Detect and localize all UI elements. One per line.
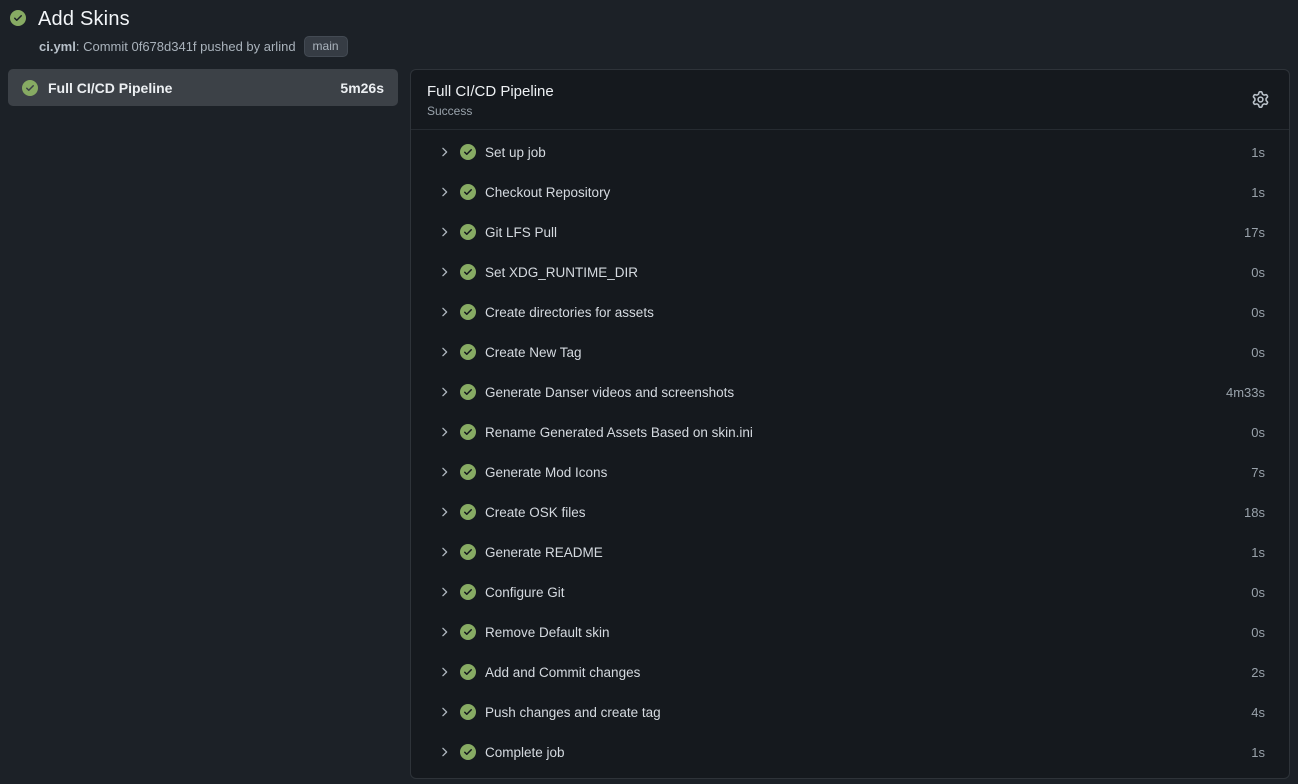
step-row[interactable]: Checkout Repository 1s (411, 172, 1289, 212)
chevron-right-icon[interactable] (437, 625, 451, 639)
chevron-right-icon[interactable] (437, 225, 451, 239)
step-row[interactable]: Set up job 1s (411, 132, 1289, 172)
check-circle-icon (460, 144, 476, 160)
step-name: Push changes and create tag (485, 705, 1251, 720)
step-duration: 2s (1251, 665, 1265, 680)
chevron-right-icon[interactable] (437, 585, 451, 599)
chevron-right-icon[interactable] (437, 265, 451, 279)
gear-icon[interactable] (1250, 89, 1271, 110)
step-row[interactable]: Remove Default skin 0s (411, 612, 1289, 652)
step-name: Generate Danser videos and screenshots (485, 385, 1226, 400)
step-name: Generate README (485, 545, 1251, 560)
step-duration: 0s (1251, 625, 1265, 640)
check-circle-icon (460, 504, 476, 520)
step-duration: 0s (1251, 425, 1265, 440)
step-row[interactable]: Add and Commit changes 2s (411, 652, 1289, 692)
jobs-sidebar: Full CI/CD Pipeline 5m26s (8, 69, 398, 106)
check-circle-icon (460, 744, 476, 760)
step-name: Set XDG_RUNTIME_DIR (485, 265, 1251, 280)
step-name: Checkout Repository (485, 185, 1251, 200)
step-duration: 18s (1244, 505, 1265, 520)
step-row[interactable]: Generate Mod Icons 7s (411, 452, 1289, 492)
check-circle-icon (460, 424, 476, 440)
step-name: Complete job (485, 745, 1251, 760)
step-row[interactable]: Generate Danser videos and screenshots 4… (411, 372, 1289, 412)
step-row[interactable]: Configure Git 0s (411, 572, 1289, 612)
check-circle-icon (460, 224, 476, 240)
job-panel-header: Full CI/CD Pipeline Success (411, 70, 1289, 130)
chevron-right-icon[interactable] (437, 145, 451, 159)
check-circle-icon (460, 344, 476, 360)
check-circle-icon (460, 584, 476, 600)
chevron-right-icon[interactable] (437, 305, 451, 319)
step-duration: 17s (1244, 225, 1265, 240)
step-duration: 0s (1251, 305, 1265, 320)
step-duration: 1s (1251, 545, 1265, 560)
step-row[interactable]: Rename Generated Assets Based on skin.in… (411, 412, 1289, 452)
workflow-file-name: ci.yml (39, 39, 76, 54)
step-name: Set up job (485, 145, 1251, 160)
actions-run-page: Add Skins ci.yml: Commit 0f678d341f push… (0, 0, 1298, 784)
job-duration: 5m26s (340, 80, 384, 96)
step-name: Configure Git (485, 585, 1251, 600)
step-duration: 0s (1251, 345, 1265, 360)
check-circle-icon (22, 80, 38, 96)
chevron-right-icon[interactable] (437, 545, 451, 559)
step-name: Remove Default skin (485, 625, 1251, 640)
check-circle-icon (460, 264, 476, 280)
step-name: Git LFS Pull (485, 225, 1244, 240)
step-row[interactable]: Git LFS Pull 17s (411, 212, 1289, 252)
step-row[interactable]: Generate README 1s (411, 532, 1289, 572)
check-circle-icon (460, 624, 476, 640)
chevron-right-icon[interactable] (437, 505, 451, 519)
branch-badge[interactable]: main (304, 36, 348, 57)
chevron-right-icon[interactable] (437, 425, 451, 439)
chevron-right-icon[interactable] (437, 345, 451, 359)
step-name: Create OSK files (485, 505, 1244, 520)
chevron-right-icon[interactable] (437, 745, 451, 759)
step-row[interactable]: Create directories for assets 0s (411, 292, 1289, 332)
check-circle-icon (460, 304, 476, 320)
steps-list: Set up job 1s Checkout Repository 1s Git… (411, 130, 1289, 778)
commit-text: : Commit 0f678d341f pushed by arlind (76, 39, 296, 54)
step-duration: 1s (1251, 745, 1265, 760)
step-name: Add and Commit changes (485, 665, 1251, 680)
chevron-right-icon[interactable] (437, 705, 451, 719)
check-circle-icon (460, 464, 476, 480)
step-row[interactable]: Create OSK files 18s (411, 492, 1289, 532)
step-name: Generate Mod Icons (485, 465, 1251, 480)
check-circle-icon (10, 10, 29, 29)
chevron-right-icon[interactable] (437, 185, 451, 199)
step-duration: 4m33s (1226, 385, 1265, 400)
step-duration: 1s (1251, 185, 1265, 200)
step-duration: 7s (1251, 465, 1265, 480)
step-name: Create directories for assets (485, 305, 1251, 320)
step-name: Create New Tag (485, 345, 1251, 360)
step-row[interactable]: Set XDG_RUNTIME_DIR 0s (411, 252, 1289, 292)
sidebar-job-item[interactable]: Full CI/CD Pipeline 5m26s (8, 69, 398, 106)
chevron-right-icon[interactable] (437, 665, 451, 679)
step-duration: 1s (1251, 145, 1265, 160)
check-circle-icon (460, 664, 476, 680)
job-name: Full CI/CD Pipeline (48, 80, 330, 96)
step-row[interactable]: Complete job 1s (411, 732, 1289, 772)
run-header: Add Skins ci.yml: Commit 0f678d341f push… (8, 8, 1290, 57)
chevron-right-icon[interactable] (437, 465, 451, 479)
step-duration: 4s (1251, 705, 1265, 720)
commit-meta: ci.yml: Commit 0f678d341f pushed by arli… (39, 36, 1290, 57)
check-circle-icon (460, 184, 476, 200)
step-row[interactable]: Push changes and create tag 4s (411, 692, 1289, 732)
job-status-text: Success (427, 104, 1250, 118)
step-row[interactable]: Create New Tag 0s (411, 332, 1289, 372)
step-duration: 0s (1251, 265, 1265, 280)
check-circle-icon (460, 384, 476, 400)
run-title: Add Skins (38, 8, 130, 31)
job-panel: Full CI/CD Pipeline Success Set up job 1… (410, 69, 1290, 779)
job-title: Full CI/CD Pipeline (427, 83, 1250, 100)
check-circle-icon (460, 544, 476, 560)
check-circle-icon (460, 704, 476, 720)
step-duration: 0s (1251, 585, 1265, 600)
chevron-right-icon[interactable] (437, 385, 451, 399)
step-name: Rename Generated Assets Based on skin.in… (485, 425, 1251, 440)
